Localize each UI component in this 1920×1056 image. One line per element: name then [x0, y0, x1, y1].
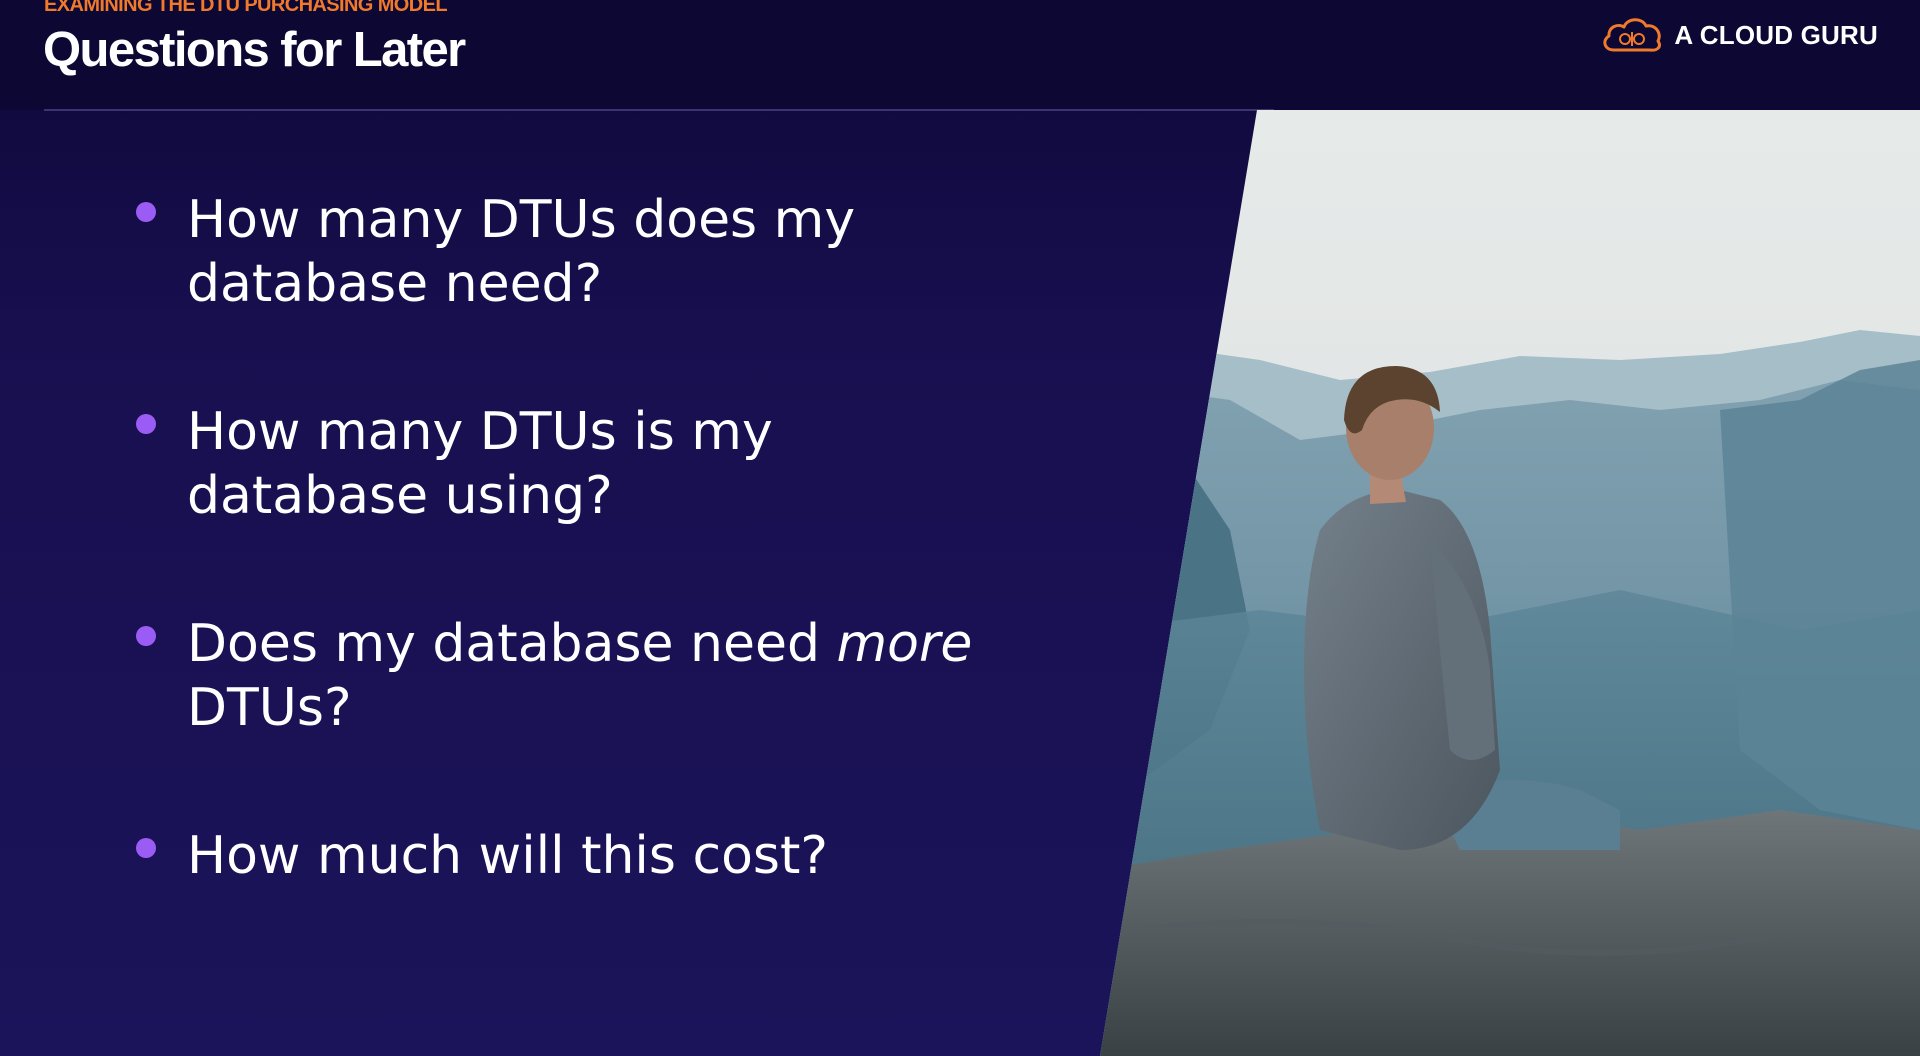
bullet-item: How many DTUs is my database using? [133, 400, 1033, 528]
section-kicker: EXAMINING THE DTU PURCHASING MODEL [44, 0, 448, 16]
bullet-emphasis: more [836, 614, 973, 674]
bullet-dot [136, 202, 156, 222]
slide-title: Questions for Later [43, 23, 466, 77]
bullet-text-line1: How many DTUs is my [187, 402, 773, 462]
bullet-dot [136, 838, 156, 858]
cloud-logo-icon [1600, 14, 1664, 56]
bullet-text-line1: How many DTUs does my [187, 190, 856, 250]
bullet-dot [136, 626, 156, 646]
brand-name: A CLOUD GURU [1674, 19, 1878, 50]
bullet-item: How many DTUs does my database need? [133, 188, 1033, 316]
bullet-text-line2: database need? [187, 254, 603, 314]
bullet-item: Does my database need more DTUs? [133, 612, 1033, 740]
header-divider [44, 109, 1274, 111]
hero-photo [1100, 110, 1920, 1056]
bullet-dot [136, 414, 156, 434]
slide: EXAMINING THE DTU PURCHASING MODEL Quest… [0, 0, 1920, 1056]
bullet-text-line1: Does my database need [187, 614, 837, 674]
bullet-text-line2: database using? [187, 466, 613, 526]
bullet-item: How much will this cost? [133, 824, 1033, 888]
brand: A CLOUD GURU [1600, 14, 1878, 56]
bullet-list: How many DTUs does my database need? How… [133, 188, 1033, 972]
bullet-text-line2: DTUs? [187, 678, 352, 738]
bullet-text-line1: How much will this cost? [187, 826, 828, 886]
